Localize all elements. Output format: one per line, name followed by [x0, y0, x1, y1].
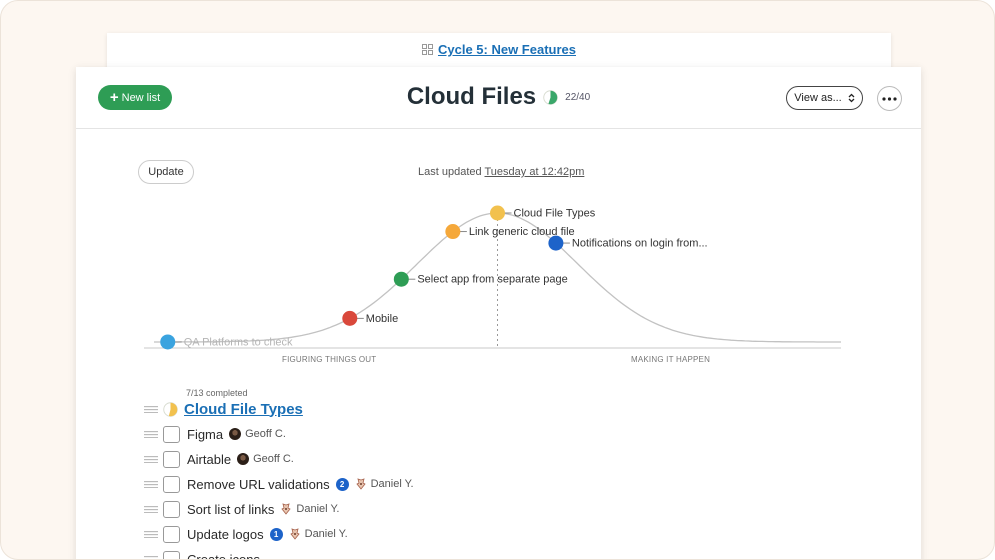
avatar [237, 453, 250, 465]
hill-chart: QA Platforms to check Mobile Select app fr… [144, 205, 841, 350]
scope-progress-pie-icon [163, 401, 178, 417]
task-title[interactable]: Figma [187, 427, 223, 442]
task-row: Figma Geoff C. [144, 424, 286, 444]
task-checkbox[interactable] [163, 500, 180, 518]
comment-count-badge[interactable]: 2 [335, 477, 349, 491]
hill-dot[interactable] [342, 310, 358, 326]
task-row: Airtable Geoff C. [144, 449, 294, 469]
parent-project-title: Cycle 5: New Features [107, 42, 891, 57]
hill-dot[interactable] [548, 235, 564, 251]
avatar [281, 503, 292, 515]
task-title[interactable]: Create icons [187, 552, 260, 560]
drag-handle-icon[interactable] [144, 480, 158, 488]
phase-label-right: MAKING IT HAPPEN [631, 355, 711, 364]
view-as-select[interactable]: View as... [786, 86, 863, 110]
scope-header-row: Cloud File Types [144, 400, 303, 418]
assignee-name: Daniel Y. [304, 528, 348, 540]
task-title[interactable]: Update logos [187, 527, 264, 542]
assignee-name: Geoff C. [245, 428, 286, 440]
task-checkbox[interactable] [163, 525, 180, 543]
assignee-name: Daniel Y. [296, 503, 340, 515]
drag-handle-icon[interactable] [144, 555, 158, 560]
task-row: Update logos 1 Daniel Y. [144, 524, 348, 544]
hill-dot[interactable] [393, 271, 409, 287]
avatar [229, 428, 242, 440]
scope-card: + New list Cloud Files 22/40 View as... [76, 67, 921, 560]
task-title[interactable]: Airtable [187, 452, 231, 467]
progress-pie-icon [543, 89, 558, 105]
card-header: + New list Cloud Files 22/40 View as... [76, 67, 921, 129]
hill-dot[interactable] [490, 205, 505, 221]
hill-dot-label: QA Platforms to check [184, 336, 293, 348]
updown-chevron-icon [848, 93, 855, 103]
task-checkbox[interactable] [163, 550, 180, 559]
task-checkbox[interactable] [163, 450, 180, 468]
comment-count-badge[interactable]: 1 [269, 527, 283, 541]
hill-dot-label: Notifications on login from... [572, 238, 708, 250]
task-row: Create icons [144, 549, 266, 560]
app-frame: Cycle 5: New Features + New list Cloud F… [0, 0, 995, 560]
parent-project-link[interactable]: Cycle 5: New Features [438, 42, 576, 57]
assignee-name: Daniel Y. [370, 478, 414, 490]
avatar [355, 478, 366, 490]
view-as-label: View as... [794, 92, 842, 104]
progress-count: 22/40 [565, 91, 591, 103]
task-row: Remove URL validations 2 Daniel Y. [144, 474, 414, 494]
task-title[interactable]: Sort list of links [187, 502, 274, 517]
assignee-name: Geoff C. [253, 453, 294, 465]
drag-handle-icon[interactable] [144, 505, 158, 513]
scope-title-link[interactable]: Cloud File Types [184, 401, 303, 418]
phase-label-left: FIGURING THINGS OUT [282, 355, 377, 364]
avatar [290, 528, 300, 540]
scope-completed-count: 7/13 completed [186, 388, 248, 398]
hill-dot-label: Cloud File Types [514, 208, 596, 220]
hill-dot[interactable] [445, 224, 461, 240]
hill-dot[interactable] [160, 334, 176, 350]
drag-handle-icon[interactable] [144, 455, 158, 463]
drag-handle-icon[interactable] [144, 405, 158, 413]
drag-handle-icon[interactable] [144, 430, 158, 438]
page-title: Cloud Files [406, 83, 537, 110]
hill-dot-label: Mobile [366, 313, 398, 325]
task-row: Sort list of links Daniel Y. [144, 499, 339, 519]
task-title[interactable]: Remove URL validations [187, 477, 330, 492]
hill-dot-label: Select app from separate page [417, 274, 567, 286]
grid-icon [421, 44, 433, 55]
more-options-button[interactable] [877, 86, 902, 111]
task-checkbox[interactable] [163, 425, 180, 443]
ellipsis-icon [882, 96, 897, 101]
task-checkbox[interactable] [163, 475, 180, 493]
drag-handle-icon[interactable] [144, 530, 158, 538]
